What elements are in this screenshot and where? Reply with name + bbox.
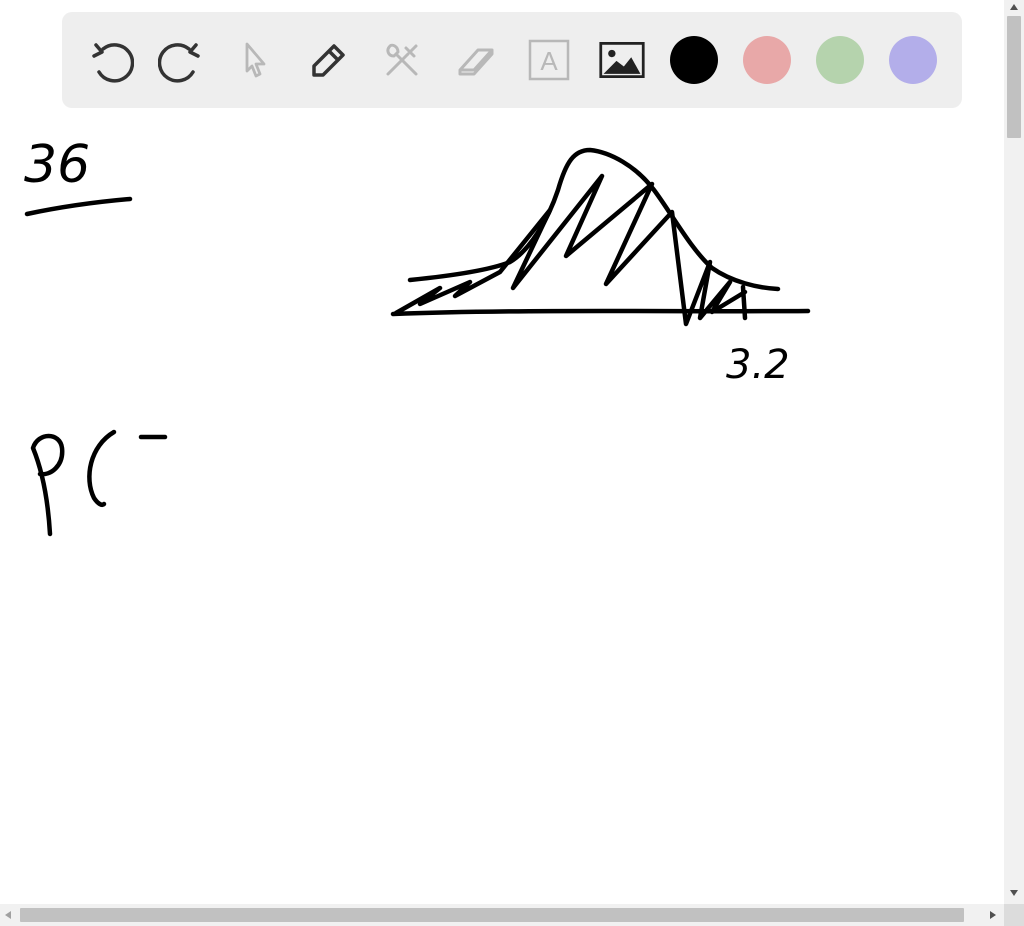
eraser-button[interactable] [452,36,500,84]
color-swatch-green[interactable] [816,36,864,84]
whiteboard-app: 36 3.2 A [0,0,1024,926]
scrollbar-corner [1004,904,1024,926]
pen-icon [312,44,345,77]
color-swatch-red[interactable] [743,36,791,84]
eraser-icon [458,48,494,76]
vertical-scrollbar[interactable] [1004,0,1024,904]
scroll-right-arrow-icon[interactable] [990,911,996,919]
color-swatch-black[interactable] [670,36,718,84]
text-icon: A [528,39,570,81]
tools-icon [386,43,418,76]
text-tool-button[interactable]: A [525,36,573,84]
handwritten-problem-number: 36 [24,135,133,217]
horizontal-scroll-thumb[interactable] [20,908,964,922]
tick-stroke [740,284,748,321]
bell-curve-sketch: 3.2 [390,147,811,388]
curve-stroke [407,147,781,292]
scroll-down-arrow-icon[interactable] [1010,890,1018,896]
drawing-canvas[interactable]: 36 3.2 [0,0,1004,904]
svg-text:36: 36 [24,135,90,195]
handwritten-probability-expression [30,429,168,537]
scroll-up-arrow-icon[interactable] [1010,4,1018,10]
undo-button[interactable] [86,36,134,84]
underline-stroke [24,196,133,217]
letter-p-stroke [30,433,65,537]
svg-text:A: A [540,46,558,76]
shading-stroke [393,173,748,327]
paren-stroke [87,429,117,507]
drawing-toolbar: A [62,12,962,108]
undo-icon [92,43,134,83]
horizontal-scrollbar[interactable] [0,904,1004,926]
scroll-left-arrow-icon[interactable] [5,911,11,919]
insert-image-button[interactable] [598,36,646,84]
redo-button[interactable] [158,36,206,84]
select-tool-button[interactable] [232,36,280,84]
tools-button[interactable] [378,36,426,84]
image-icon [599,42,645,78]
svg-text:3.2: 3.2 [726,342,790,388]
redo-icon [158,43,200,83]
pointer-icon [245,42,266,78]
vertical-scroll-thumb[interactable] [1007,16,1021,138]
color-swatch-purple[interactable] [889,36,937,84]
pen-tool-button[interactable] [305,36,353,84]
